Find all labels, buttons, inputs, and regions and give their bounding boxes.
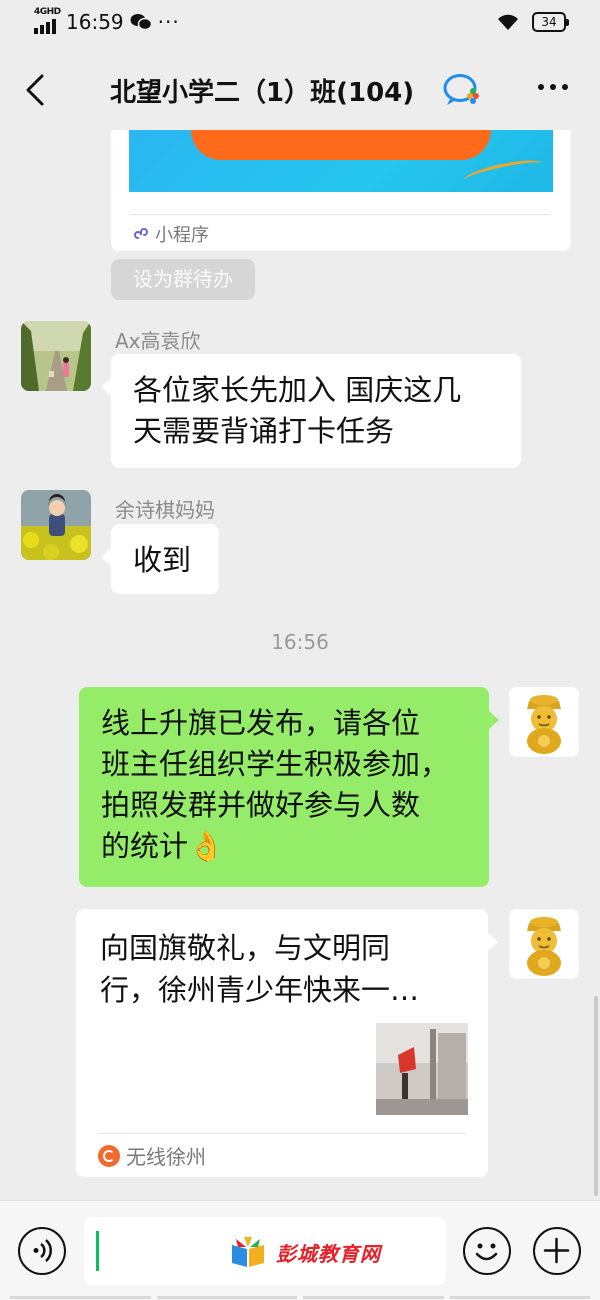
emoji-button[interactable] — [463, 1227, 511, 1275]
own-avatar[interactable] — [509, 687, 579, 757]
own-message-bubble[interactable]: 线上升旗已发布，请各位 班主任组织学生积极参加， 拍照发群并做好参与人数 的统计… — [79, 687, 499, 887]
chat-header: 北望小学二（1）班(104) — [0, 48, 600, 130]
mini-program-card[interactable]: 小程序 — [111, 130, 571, 251]
text-caret — [96, 1231, 99, 1271]
message-line: 天需要背诵打卡任务 — [133, 414, 395, 448]
article-source: 无线徐州 — [98, 1141, 206, 1170]
avatar-photo — [21, 490, 91, 560]
sender-name: 余诗棋妈妈 — [115, 498, 215, 522]
message-bubble[interactable]: 收到 — [101, 524, 219, 594]
network-type: 4GHD — [34, 7, 61, 17]
status-time: 16:59 — [66, 10, 124, 34]
article-thumbnail — [376, 1023, 468, 1115]
message-line: 班主任组织学生积极参加， — [101, 747, 450, 781]
plus-icon — [543, 1237, 570, 1264]
article-title-line: 行，徐州青少年快来一… — [100, 973, 420, 1007]
chat-title: 北望小学二（1）班(104) — [110, 78, 415, 108]
chat-messages[interactable]: 小程序 设为群待办 Ax高袁欣 各位家长先加入 国庆这几 天需要背诵打卡任务 余… — [0, 130, 600, 1200]
message-line: 线上升旗已发布，请各位 — [101, 706, 421, 740]
sender-name: Ax高袁欣 — [115, 329, 201, 353]
avatar[interactable] — [21, 490, 91, 560]
more-functions-button[interactable] — [533, 1227, 581, 1275]
article-title: 向国旗敬礼，与文明同 行，徐州青少年快来一… — [100, 927, 470, 1011]
site-watermark: 彭城教育网 — [228, 1235, 381, 1269]
divider — [98, 1133, 466, 1134]
voice-button[interactable] — [18, 1227, 66, 1275]
set-group-todo-button[interactable]: 设为群待办 — [111, 259, 255, 300]
article-title-line: 向国旗敬礼，与文明同 — [100, 931, 391, 965]
message-line: 拍照发群并做好参与人数 — [101, 788, 421, 822]
wifi-icon — [498, 14, 518, 30]
dot-icon — [538, 84, 544, 90]
wechat-icon — [130, 14, 152, 31]
own-avatar[interactable] — [509, 909, 579, 979]
dot-icon — [550, 84, 556, 90]
golden-figure-avatar — [509, 909, 579, 979]
status-left: 4GHD 16:59 ··· — [34, 7, 180, 34]
signal-icon: 4GHD — [34, 7, 61, 34]
battery-icon: 34 — [532, 12, 569, 32]
bottom-divider — [0, 1296, 600, 1300]
enterprise-wechat-icon — [443, 74, 479, 105]
status-right: 34 — [496, 12, 569, 32]
article-card[interactable]: 向国旗敬礼，与文明同 行，徐州青少年快来一… 无线徐州 — [76, 909, 498, 1177]
message-line: 的统计👌 — [101, 829, 225, 863]
battery-level: 34 — [541, 15, 557, 29]
mini-program-icon — [134, 228, 148, 239]
back-arrow-icon[interactable] — [18, 70, 54, 110]
avatar[interactable] — [21, 321, 91, 391]
mini-program-label: 小程序 — [133, 221, 209, 247]
notification-more: ··· — [157, 10, 180, 34]
book-logo-icon — [232, 1237, 264, 1267]
divider — [129, 214, 551, 215]
voice-icon — [33, 1239, 52, 1262]
avatar-photo — [21, 321, 91, 391]
message-input[interactable]: 彭城教育网 — [84, 1217, 446, 1285]
mini-program-thumbnail — [129, 130, 553, 192]
dot-icon — [562, 84, 568, 90]
source-logo-icon — [98, 1144, 120, 1167]
message-bubble[interactable]: 各位家长先加入 国庆这几 天需要背诵打卡任务 — [101, 354, 521, 468]
more-options-button[interactable] — [538, 84, 568, 90]
scrollbar[interactable] — [594, 996, 598, 1196]
message-line: 各位家长先加入 国庆这几 — [133, 373, 462, 407]
smiley-icon — [475, 1243, 498, 1261]
golden-figure-avatar — [509, 687, 579, 757]
timestamp: 16:56 — [271, 630, 329, 654]
message-line: 收到 — [133, 543, 192, 577]
input-bar: 彭城教育网 — [0, 1200, 600, 1300]
status-bar: 4GHD 16:59 ··· 34 — [0, 0, 600, 48]
